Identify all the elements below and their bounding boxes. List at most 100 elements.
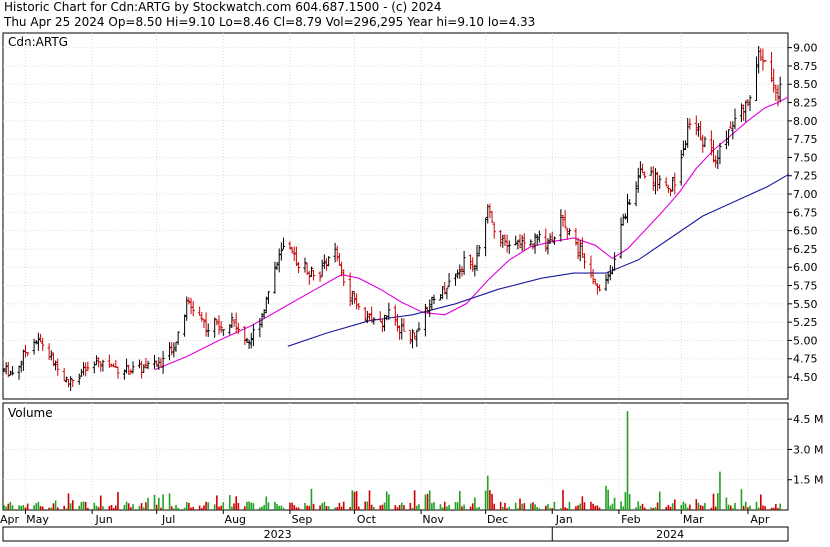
volume-bar [170, 506, 173, 510]
volume-bar [353, 491, 356, 510]
price-tick-label: 4.50 [793, 371, 818, 384]
price-tick-label: 7.75 [793, 133, 818, 146]
volume-bar [454, 501, 457, 510]
volume-bar [635, 507, 637, 510]
volume-bar [355, 491, 358, 510]
volume-bar [69, 503, 72, 510]
volume-bar [220, 505, 222, 510]
volume-bar [770, 507, 773, 510]
price-tick-label: 5.50 [793, 298, 818, 311]
chart-title: Historic Chart for Cdn:ARTG by Stockwatc… [4, 0, 442, 14]
volume-bar [762, 505, 764, 510]
volume-panel-title: Volume [8, 406, 53, 420]
price-tick-label: 8.50 [793, 78, 818, 91]
volume-bar [620, 501, 622, 510]
price-tick-label: 6.00 [793, 261, 818, 274]
volume-bar [534, 504, 536, 510]
volume-bar [652, 507, 655, 510]
volume-bar [624, 492, 627, 510]
volume-bar [764, 506, 766, 510]
volume-bar [476, 507, 478, 510]
volume-bar [699, 505, 702, 510]
volume-bar [364, 501, 366, 510]
volume-bar [575, 506, 577, 510]
volume-tick-label: 3.0 M [793, 443, 823, 456]
volume-bar [581, 496, 584, 510]
month-label: Oct [357, 513, 377, 526]
volume-bar [370, 504, 373, 510]
volume-bar [536, 507, 538, 510]
year-label: 2023 [264, 528, 292, 541]
volume-bar [82, 501, 85, 510]
volume-bar [396, 507, 399, 510]
volume-bar [250, 502, 253, 510]
volume-bar [757, 507, 760, 510]
volume-bar [428, 490, 431, 510]
month-label: Jan [555, 513, 573, 526]
volume-bar [340, 506, 343, 510]
volume-bar [727, 504, 730, 510]
volume-bar [93, 502, 96, 510]
volume-bar [158, 497, 160, 510]
volume-bar [11, 505, 14, 510]
month-label: Jun [95, 513, 113, 526]
volume-bar [3, 505, 5, 510]
volume-bar [379, 505, 382, 510]
volume-bar [7, 503, 10, 510]
volume-bar [579, 503, 581, 510]
volume-bar [147, 497, 149, 510]
volume-bar [63, 505, 65, 510]
volume-bar [216, 495, 218, 510]
price-tick-label: 4.75 [793, 353, 818, 366]
volume-bar [493, 503, 495, 510]
month-label: Nov [422, 513, 444, 526]
price-tick-label: 6.75 [793, 206, 818, 219]
month-label: Aug [225, 513, 246, 526]
volume-bar [297, 507, 300, 510]
volume-bar [52, 503, 55, 510]
volume-bar [312, 503, 315, 510]
volume-bar [725, 497, 728, 510]
volume-bar [56, 507, 59, 510]
volume-bar [115, 505, 117, 510]
volume-bar [263, 504, 265, 510]
volume-bar [592, 503, 594, 510]
month-label: Mar [683, 513, 704, 526]
volume-bar [177, 507, 179, 510]
volume-bar [235, 496, 237, 510]
volume-bar [132, 504, 134, 510]
volume-bar [669, 506, 672, 510]
volume-bar [529, 503, 532, 510]
volume-bar [667, 504, 670, 510]
volume-bar [342, 501, 345, 510]
price-tick-label: 8.75 [793, 60, 818, 73]
volume-bar [9, 501, 12, 510]
volume-bar [259, 507, 261, 510]
volume-bar [650, 507, 652, 510]
month-label: Dec [487, 513, 508, 526]
volume-bar [381, 504, 384, 510]
volume-bar [489, 490, 491, 510]
volume-bar [517, 508, 519, 510]
volume-bar [65, 508, 68, 510]
volume-bar [772, 507, 775, 510]
volume-bar [697, 502, 700, 510]
volume-bar [80, 502, 83, 510]
volume-bar [611, 503, 614, 510]
volume-bar [222, 502, 225, 510]
volume-bar [710, 507, 713, 510]
volume-bar [682, 501, 685, 510]
volume-bar [689, 504, 691, 510]
volume-bar [433, 502, 435, 510]
volume-bar [734, 502, 736, 510]
volume-bar [153, 494, 156, 510]
volume-bar [471, 503, 474, 510]
volume-bar [523, 503, 526, 510]
volume-bar [338, 502, 341, 510]
volume-bar [775, 503, 777, 510]
quote-line: Thu Apr 25 2024 Op=8.50 Hi=9.10 Lo=8.46 … [3, 15, 535, 29]
volume-bar [583, 502, 586, 510]
volume-bar [265, 496, 268, 510]
volume-bar [639, 505, 642, 510]
volume-bar [622, 506, 624, 510]
